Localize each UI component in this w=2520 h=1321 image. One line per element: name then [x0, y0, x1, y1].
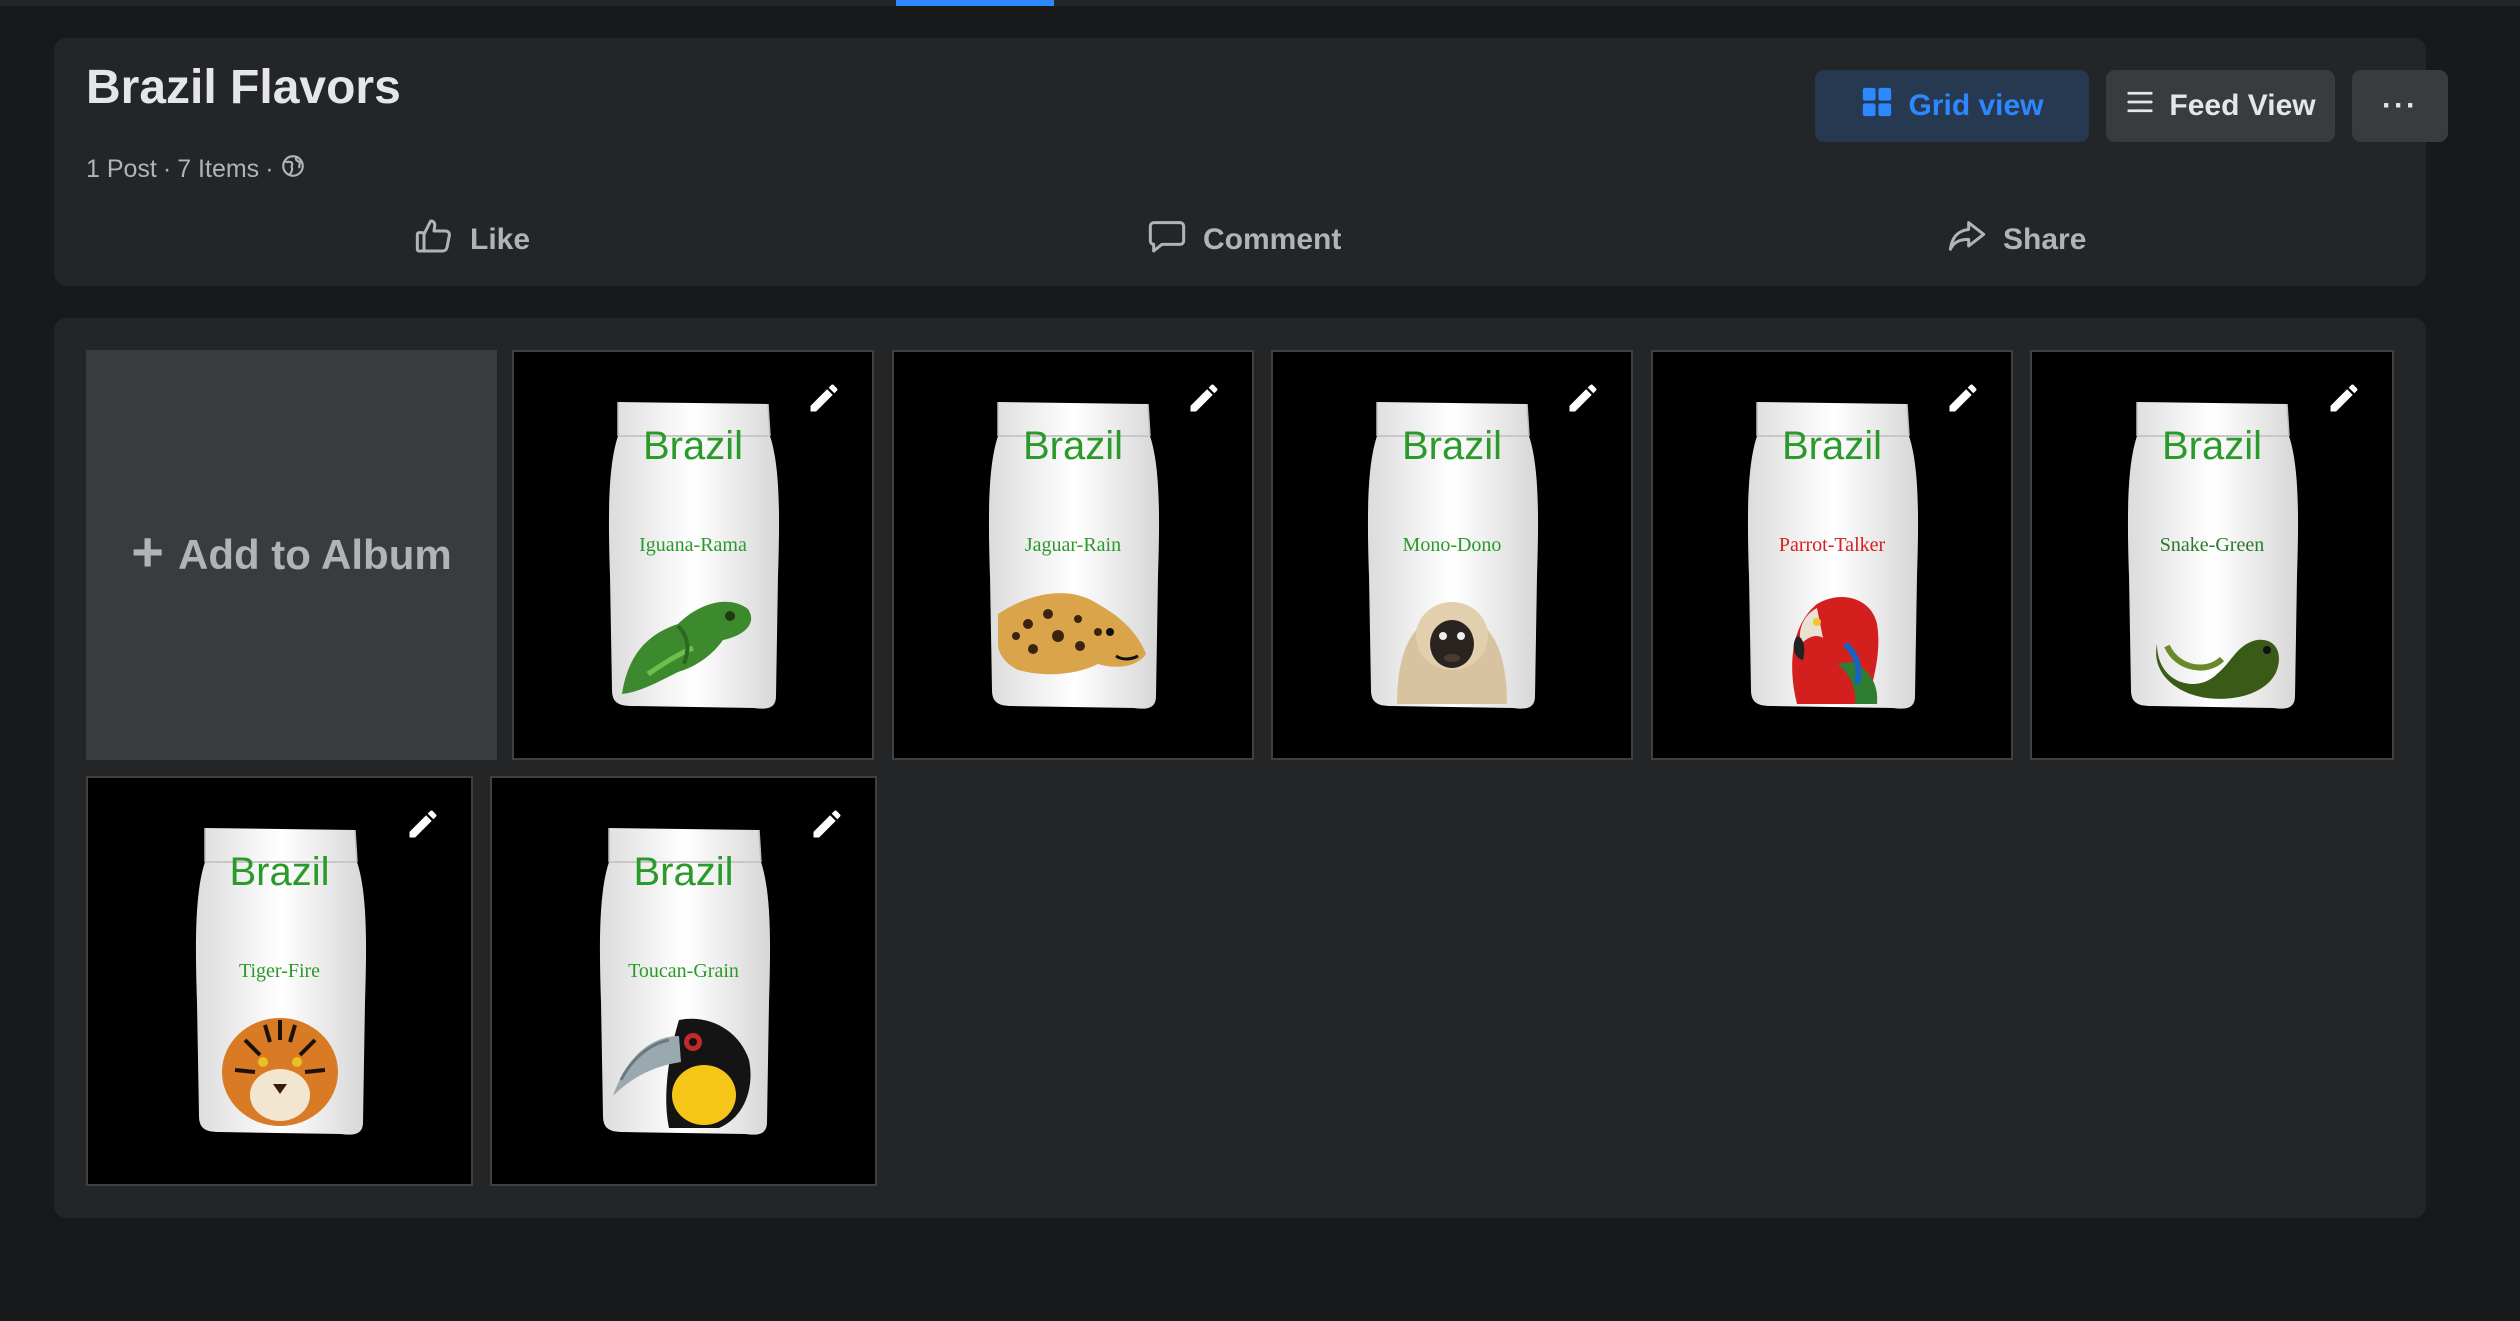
product-bag: Brazil Mono-Dono — [1363, 396, 1541, 714]
album-header-card: Brazil Flavors 1 Post · 7 Items · Grid v… — [54, 38, 2448, 286]
toucan-illustration — [609, 1000, 759, 1130]
add-to-album-label: Add to Album — [177, 531, 452, 578]
edit-pencil-icon[interactable] — [1186, 380, 1222, 416]
edit-pencil-icon[interactable] — [1565, 380, 1601, 416]
product-bag: Brazil Jaguar-Rain — [984, 396, 1162, 714]
product-bag: Brazil Tiger-Fire — [191, 822, 369, 1140]
edit-pencil-icon[interactable] — [405, 806, 441, 842]
album-photo-tile[interactable]: Brazil Toucan-Grain — [490, 776, 877, 1186]
edit-pencil-icon[interactable] — [2326, 380, 2362, 416]
bag-brand-label: Brazil — [2161, 424, 2263, 468]
feed-view-label: Feed View — [2169, 89, 2316, 122]
album-meta: 1 Post · 7 Items · — [86, 153, 306, 186]
bag-flavor-label: Mono-Dono — [1402, 534, 1502, 556]
thumbs-up-icon — [414, 216, 454, 264]
monkey-illustration — [1377, 574, 1527, 704]
bag-flavor-label: Jaguar-Rain — [1024, 534, 1122, 556]
album-photo-tile[interactable]: Brazil Snake-Green — [2030, 350, 2394, 760]
like-button[interactable]: Like — [414, 210, 530, 270]
iguana-illustration — [618, 574, 768, 704]
product-bag: Brazil Toucan-Grain — [595, 822, 773, 1140]
comment-button[interactable]: Comment — [1147, 210, 1341, 270]
grid-view-button[interactable]: Grid view — [1815, 70, 2089, 142]
album-grid-card: + Add to Album Brazil Iguana-Rama Brazil Ja… — [54, 318, 2426, 1218]
edit-pencil-icon[interactable] — [809, 806, 845, 842]
bag-brand-label: Brazil — [633, 850, 734, 894]
bag-flavor-label: Iguana-Rama — [639, 534, 747, 556]
meta-separator: · — [265, 155, 274, 183]
globe-icon[interactable] — [280, 153, 306, 186]
product-bag: Brazil Iguana-Rama — [604, 396, 782, 714]
jaguar-illustration — [998, 574, 1148, 704]
album-title: Brazil Flavors — [86, 61, 401, 114]
bag-flavor-label: Parrot-Talker — [1778, 534, 1886, 556]
album-photo-tile[interactable]: Brazil Jaguar-Rain — [892, 350, 1254, 760]
bag-brand-label: Brazil — [1022, 424, 1124, 468]
bag-flavor-label: Tiger-Fire — [238, 960, 321, 982]
bag-brand-label: Brazil — [229, 850, 330, 894]
edit-pencil-icon[interactable] — [1945, 380, 1981, 416]
bag-flavor-label: Snake-Green — [2159, 534, 2265, 556]
active-tab-indicator — [896, 0, 1054, 6]
share-icon — [1947, 216, 1987, 264]
grid-icon — [1860, 85, 1894, 127]
grid-view-label: Grid view — [1908, 89, 2044, 122]
bag-brand-label: Brazil — [642, 424, 744, 468]
album-photo-tile[interactable]: Brazil Mono-Dono — [1271, 350, 1633, 760]
add-to-album-tile[interactable]: + Add to Album — [86, 350, 497, 760]
more-icon: ··· — [2382, 89, 2418, 122]
comment-icon — [1147, 216, 1187, 264]
bag-brand-label: Brazil — [1401, 424, 1503, 468]
album-photo-tile[interactable]: Brazil Parrot-Talker — [1651, 350, 2013, 760]
bag-flavor-label: Toucan-Grain — [628, 960, 739, 982]
like-label: Like — [470, 223, 531, 256]
parrot-illustration — [1757, 574, 1907, 704]
feed-view-button[interactable]: Feed View — [2106, 70, 2335, 142]
top-navigation-bar — [0, 0, 2520, 6]
album-photo-tile[interactable]: Brazil Iguana-Rama — [512, 350, 874, 760]
product-bag: Brazil Parrot-Talker — [1743, 396, 1921, 714]
share-button[interactable]: Share — [1947, 210, 2086, 270]
post-count: 1 Post — [86, 155, 157, 183]
list-icon — [2125, 87, 2155, 125]
bag-brand-label: Brazil — [1781, 424, 1883, 468]
tiger-illustration — [205, 1000, 355, 1130]
meta-separator: · — [162, 155, 172, 183]
album-photo-tile[interactable]: Brazil Tiger-Fire — [86, 776, 473, 1186]
share-label: Share — [2003, 223, 2087, 256]
more-options-button[interactable]: ··· — [2352, 70, 2448, 142]
snake-illustration — [2137, 574, 2287, 704]
product-bag: Brazil Snake-Green — [2123, 396, 2301, 714]
plus-icon: + — [131, 520, 164, 583]
edit-pencil-icon[interactable] — [806, 380, 842, 416]
item-count: 7 Items — [177, 155, 260, 183]
comment-label: Comment — [1203, 223, 1342, 256]
